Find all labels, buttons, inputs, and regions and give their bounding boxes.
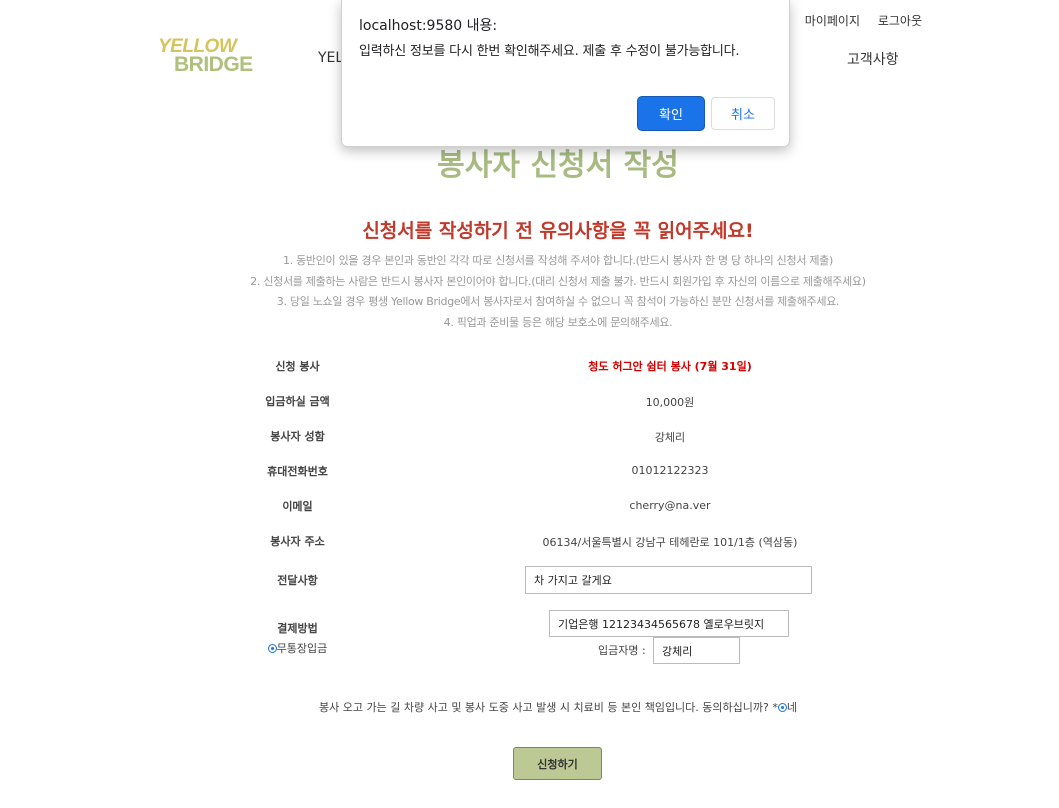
agreement-text: 봉사 오고 가는 길 차량 사고 및 봉사 도중 사고 발생 시 치료비 등 본… — [319, 701, 778, 714]
notice-item: 4. 픽업과 준비물 등은 해당 보호소에 문의해주세요. — [443, 315, 673, 329]
phone-value: 01012122323 — [631, 464, 709, 477]
address-label: 봉사자 주소 — [270, 535, 325, 548]
agreement: 봉사 오고 가는 길 차량 사고 및 봉사 도중 사고 발생 시 치료비 등 본… — [0, 699, 1059, 715]
depositor-label: 입금자명 : — [598, 644, 646, 657]
nav-menu-support[interactable]: 고객사항 — [847, 49, 899, 69]
logo[interactable]: YELLOW BRIDGE — [158, 37, 263, 76]
payment-radio[interactable] — [267, 644, 277, 653]
volunteer-label: 신청 봉사 — [275, 360, 320, 373]
logout-link[interactable]: 로그아웃 — [878, 14, 922, 28]
volunteer-value: 청도 허그안 쉼터 봉사 (7월 31일) — [588, 360, 752, 373]
email-value: cherry@na.ver — [629, 499, 711, 512]
payment-option[interactable]: 무통장입금 — [215, 640, 380, 656]
payment-label: 결제방법 — [277, 622, 318, 635]
notice-item: 3. 당일 노쇼일 경우 평생 Yellow Bridge에서 봉사자로서 참여… — [276, 295, 840, 308]
dialog-title: localhost:9580 내용: — [359, 18, 498, 34]
notice-item: 2. 신청서를 제출하는 사람은 반드시 봉사자 본인이어야 합니다.(대리 신… — [250, 274, 866, 288]
top-nav: 마이페이지 로그아웃 — [791, 12, 922, 29]
dialog-message: 입력하신 정보를 다시 한번 확인해주세요. 제출 후 수정이 불가능합니다. — [359, 44, 740, 59]
depositor-input[interactable]: 강체리 — [653, 637, 740, 664]
email-label: 이메일 — [282, 500, 313, 513]
agreement-option-label: 네 — [786, 701, 797, 714]
amount-value: 10,000원 — [645, 396, 695, 409]
dialog-cancel-button[interactable]: 취소 — [711, 97, 775, 130]
agreement-radio[interactable] — [777, 703, 787, 712]
notice-list: 1. 동반인이 있을 경우 본인과 동반인 각각 따로 신청서를 작성해 주셔야… — [0, 251, 1059, 333]
logo-line2: BRIDGE — [174, 53, 253, 76]
message-label: 전달사항 — [277, 574, 318, 587]
message-input[interactable]: 차 가지고 갈게요 — [525, 566, 812, 594]
payment-option-label: 무통장입금 — [276, 642, 328, 655]
notice-item: 1. 동반인이 있을 경우 본인과 동반인 각각 따로 신청서를 작성해 주셔야… — [283, 254, 833, 267]
address-value: 06134/서울특별시 강남구 테헤란로 101/1층 (역삼동) — [542, 536, 798, 549]
dialog-ok-button[interactable]: 확인 — [638, 97, 704, 130]
amount-label: 입금하실 금액 — [265, 395, 330, 408]
submit-button[interactable]: 신청하기 — [513, 747, 602, 780]
bank-account-field: 기업은행 12123434565678 옐로우브릿지 — [549, 610, 789, 637]
mypage-link[interactable]: 마이페이지 — [805, 14, 860, 28]
phone-label: 휴대전화번호 — [267, 465, 328, 478]
name-label: 봉사자 성함 — [270, 430, 325, 443]
confirm-dialog: localhost:9580 내용: 입력하신 정보를 다시 한번 확인해주세요… — [341, 0, 790, 147]
name-value: 강체리 — [654, 431, 686, 444]
notice-title: 신청서를 작성하기 전 유의사항을 꼭 읽어주세요! — [362, 220, 754, 242]
